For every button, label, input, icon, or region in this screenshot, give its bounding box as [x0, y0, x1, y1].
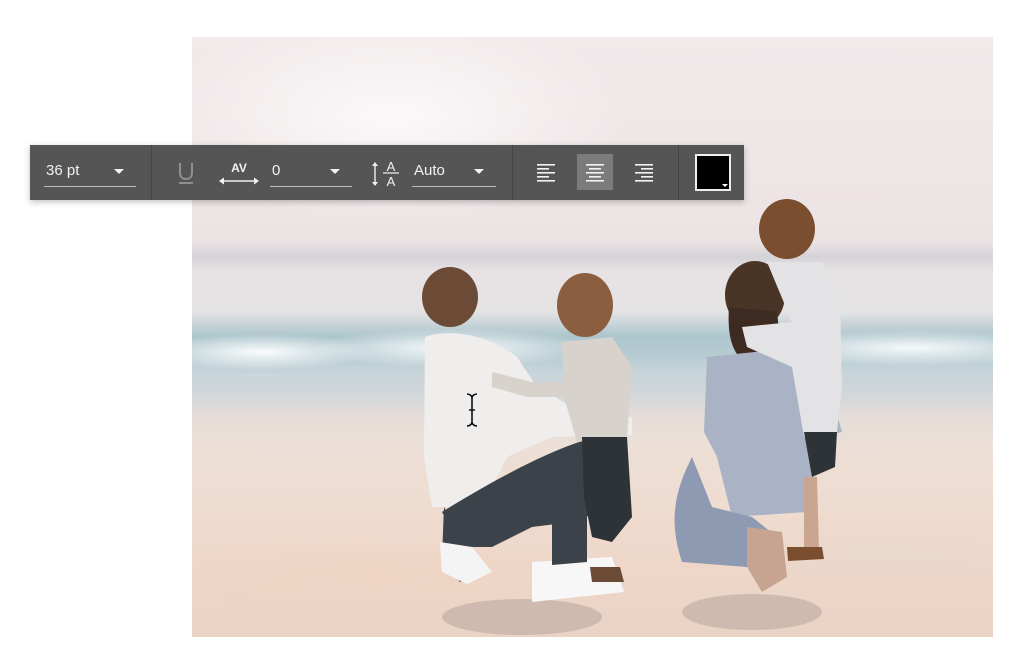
- text-color-picker[interactable]: [695, 154, 731, 191]
- letter-spacing-value: 0: [272, 162, 281, 179]
- align-left-button[interactable]: [528, 154, 564, 190]
- align-center-icon: [586, 164, 604, 182]
- line-height-value: Auto: [414, 162, 445, 179]
- font-size-value: 36 pt: [46, 162, 80, 179]
- font-size-dropdown[interactable]: 36 pt: [44, 158, 136, 187]
- letter-spacing-dropdown[interactable]: 0: [270, 158, 352, 187]
- line-height-icon-text-bottom: A: [387, 174, 396, 189]
- align-left-icon: [537, 164, 555, 182]
- line-height-icon: A A: [372, 159, 399, 189]
- text-formatting-toolbar: 36 pt AV 0 A A Auto: [30, 145, 744, 200]
- canvas-photo[interactable]: [192, 37, 993, 637]
- letter-spacing-button[interactable]: AV: [216, 157, 262, 189]
- divider: [512, 145, 513, 200]
- letter-spacing-icon: AV: [219, 161, 259, 185]
- letter-spacing-icon-text: AV: [231, 161, 247, 175]
- divider: [151, 145, 152, 200]
- align-center-button[interactable]: [577, 154, 613, 190]
- align-right-icon: [635, 164, 653, 182]
- align-right-button[interactable]: [626, 154, 662, 190]
- chevron-down-icon: [330, 169, 340, 174]
- line-height-dropdown[interactable]: Auto: [412, 158, 496, 187]
- family-silhouettes: [422, 199, 842, 635]
- chevron-down-icon: [474, 169, 484, 174]
- text-cursor-icon: [466, 393, 478, 427]
- divider: [678, 145, 679, 200]
- line-height-icon-text-top: A: [387, 159, 396, 174]
- chevron-down-icon: [114, 169, 124, 174]
- underline-icon: [179, 163, 193, 184]
- chevron-down-icon: [722, 184, 728, 187]
- reflections: [442, 594, 822, 635]
- underline-button[interactable]: [173, 159, 199, 187]
- line-height-button[interactable]: A A: [370, 155, 404, 189]
